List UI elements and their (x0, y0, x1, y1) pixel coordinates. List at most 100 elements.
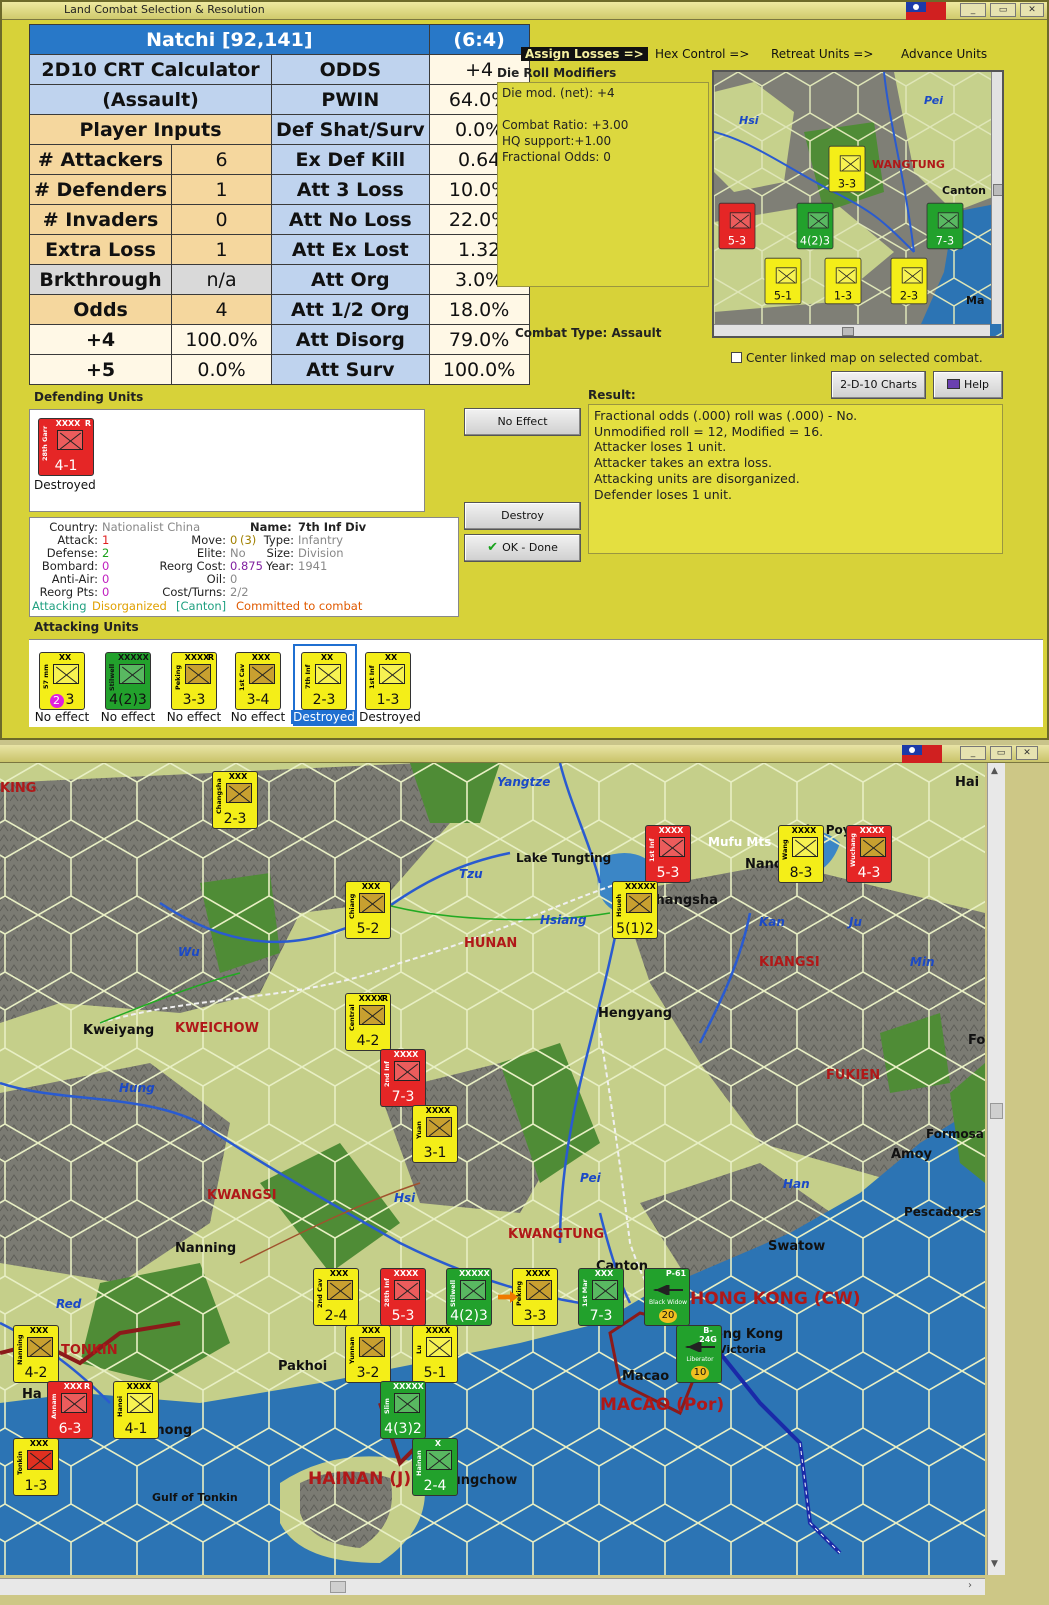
air-unit-counter[interactable]: P-61 Black Widow 20 (644, 1268, 690, 1326)
unit-size: XXX (361, 882, 381, 891)
ok-done-button[interactable]: ✔ OK - Done (464, 534, 581, 562)
map-unit-counter[interactable]: XXXX Peking 3-3 (512, 1268, 558, 1326)
input-value[interactable]: 6 (171, 144, 273, 175)
attacking-unit-counter[interactable]: XX 1st Inf Div 1-3 (365, 652, 411, 710)
map-unit-counter[interactable]: XXX R Annam 6-3 (47, 1381, 93, 1439)
minimap-unit-counter[interactable]: 7-3 (926, 202, 964, 250)
map-unit-counter[interactable]: XXXX Wang 8-3 (778, 825, 824, 883)
unit-name: Hanoi (116, 1395, 124, 1417)
map-unit-counter[interactable]: XXXXX Stilwell 4(2)3 (446, 1268, 492, 1326)
center-link-checkbox[interactable] (731, 352, 742, 363)
odds-row-label: +4 (28, 324, 173, 355)
map-unit-counter[interactable]: XXX Chiang 5-2 (345, 881, 391, 939)
hscroll-thumb[interactable] (330, 1581, 346, 1593)
destroy-button[interactable]: Destroy (464, 502, 581, 530)
unit-size: XXXXX (118, 653, 149, 662)
map-unit-counter[interactable]: XXX Changsha 2-3 (212, 771, 258, 829)
step-assign-losses[interactable]: Assign Losses => (521, 47, 648, 61)
map-unit-counter[interactable]: XXXX Wuchang 4-3 (846, 825, 892, 883)
unit-symbol (61, 1393, 87, 1413)
anchor-icon (426, 1450, 452, 1470)
step-retreat-units[interactable]: Retreat Units => (771, 47, 873, 61)
hex-map[interactable]: KING Yangtze Hai Lake Tungting Mufu Mts … (0, 763, 985, 1575)
attacking-units-label: Attacking Units (34, 620, 139, 634)
unit-symbol (359, 1337, 385, 1357)
map-unit-counter[interactable]: XXXX R Central 4-2 (345, 993, 391, 1051)
step-hex-control[interactable]: Hex Control => (655, 47, 749, 61)
input-value[interactable]: 0 (171, 204, 273, 235)
air-unit-value: 10 (691, 1366, 709, 1380)
minimap-unit-counter[interactable]: 5-3 (718, 202, 756, 250)
attacking-unit-counter[interactable]: XXXX R Peking 3-3 (171, 652, 217, 710)
help-book-icon (946, 379, 960, 389)
help-button[interactable]: Help (933, 371, 1003, 399)
minimap-vscroll-thumb[interactable] (993, 184, 1002, 196)
scroll-up-icon[interactable]: ▲ (991, 766, 998, 776)
map-unit-counter[interactable]: XXXX Yuan 3-1 (412, 1105, 458, 1163)
dialog-titlebar[interactable]: Land Combat Selection & Resolution _ ▭ ✕ (2, 2, 1047, 20)
input-value[interactable]: 4 (171, 294, 273, 325)
plane-icon (653, 1285, 683, 1295)
river-label: Yangtze (497, 775, 551, 789)
step-advance-units[interactable]: Advance Units (901, 47, 987, 61)
combat-ratio: (6:4) (428, 24, 530, 55)
combat-type-label: Combat Type: (515, 326, 608, 340)
no-effect-button[interactable]: No Effect (464, 408, 581, 436)
input-value[interactable]: 1 (171, 234, 273, 265)
unit-strength: 1-3 (376, 692, 400, 708)
map-unit-counter[interactable]: XXX Yunnan 3-2 (345, 1325, 391, 1383)
minimap-unit-counter[interactable]: 5-1 (764, 257, 802, 305)
air-unit-counter[interactable]: B-24G Liberator 10 (676, 1325, 722, 1383)
unit-strength: 5-3 (656, 865, 680, 881)
map-unit-counter[interactable]: XXX Nanning 4-2 (13, 1325, 59, 1383)
crt-charts-button[interactable]: 2-D-10 Charts (831, 371, 926, 399)
minimap-vscrollbar[interactable] (991, 72, 1002, 324)
defending-unit-counter[interactable]: XXXX R 28th Garr 4-1 (38, 418, 94, 476)
drm-line: Die mod. (net): +4 (502, 86, 615, 100)
unit-size: XXXX (393, 1269, 419, 1278)
minimap-hscroll-thumb[interactable] (842, 327, 854, 336)
attacking-unit-counter-selected[interactable]: XX 7th Inf Div 2-3 (301, 652, 347, 710)
map-unit-counter[interactable]: XXXXX Slim 4(3)2 (380, 1381, 426, 1439)
vscroll-thumb[interactable] (990, 1103, 1003, 1119)
restore-button[interactable]: ▭ (990, 3, 1016, 17)
air-unit-value: 20 (659, 1309, 677, 1323)
map-close-button[interactable]: ✕ (1016, 746, 1038, 760)
minimap-hscrollbar[interactable] (714, 324, 990, 336)
map-unit-counter[interactable]: XXXX Hanoi 4-1 (113, 1381, 159, 1439)
map-unit-counter[interactable]: XXXX 2nd Inf 7-3 (380, 1049, 426, 1107)
input-value[interactable]: 1 (171, 174, 273, 205)
map-minimize-button[interactable]: _ (960, 746, 986, 760)
map-titlebar[interactable]: _ ▭ ✕ (0, 745, 1049, 763)
map-horizontal-scrollbar[interactable]: › (0, 1578, 985, 1595)
minimap-unit-counter[interactable]: 1-3 (824, 257, 862, 305)
minimap-unit-counter[interactable]: 3-3 (828, 145, 866, 193)
map-restore-button[interactable]: ▭ (990, 746, 1012, 760)
map-unit-counter[interactable]: X Hainan 2-4 (412, 1438, 458, 1496)
combat-minimap[interactable]: Hsi Pei WANGTUNG Canton Ma 3-3 5-3 4(2)3… (712, 70, 1004, 338)
map-unit-counter[interactable]: XXX 1st Mar 7-3 (578, 1268, 624, 1326)
unit-symbol (807, 212, 829, 229)
map-unit-counter[interactable]: XXXX 28th Inf 5-3 (380, 1268, 426, 1326)
scroll-right-icon[interactable]: › (968, 1580, 972, 1591)
map-unit-counter[interactable]: XXX Tonkin 1-3 (13, 1438, 59, 1496)
main-map-window: _ ▭ ✕ KING Yangtze Hai Lake Tungting Muf… (0, 745, 1049, 1605)
map-unit-counter[interactable]: XXXXX Hsueh 5(1)2 (612, 881, 658, 939)
scroll-down-icon[interactable]: ▼ (991, 1559, 998, 1569)
city-label: Hengyang (598, 1006, 673, 1021)
close-button[interactable]: ✕ (1020, 3, 1044, 17)
minimize-button[interactable]: _ (960, 3, 986, 17)
attacking-unit-counter[interactable]: XXX 1st Cav 3-4 (235, 652, 281, 710)
map-vertical-scrollbar[interactable]: ▲ ▼ (987, 763, 1005, 1575)
minimap-unit-counter[interactable]: 2-3 (890, 257, 928, 305)
unit-strength: 3-2 (356, 1365, 380, 1381)
center-link-checkbox-row[interactable]: Center linked map on selected combat. (731, 351, 983, 365)
defending-units-box: XXXX R 28th Garr 4-1 Destroyed (29, 409, 425, 512)
attacking-unit-counter[interactable]: XX 57 mm 23 (39, 652, 85, 710)
unit-strength: 5-1 (773, 289, 793, 303)
map-unit-counter[interactable]: XXX 2nd Cav 2-4 (313, 1268, 359, 1326)
attacking-unit-counter[interactable]: XXXXX Stilwell 4(2)3 (105, 652, 151, 710)
minimap-unit-counter[interactable]: 4(2)3 (796, 202, 834, 250)
map-unit-counter[interactable]: XXXX 1st Inf 5-3 (645, 825, 691, 883)
map-unit-counter[interactable]: XXXX Lu 5-1 (412, 1325, 458, 1383)
